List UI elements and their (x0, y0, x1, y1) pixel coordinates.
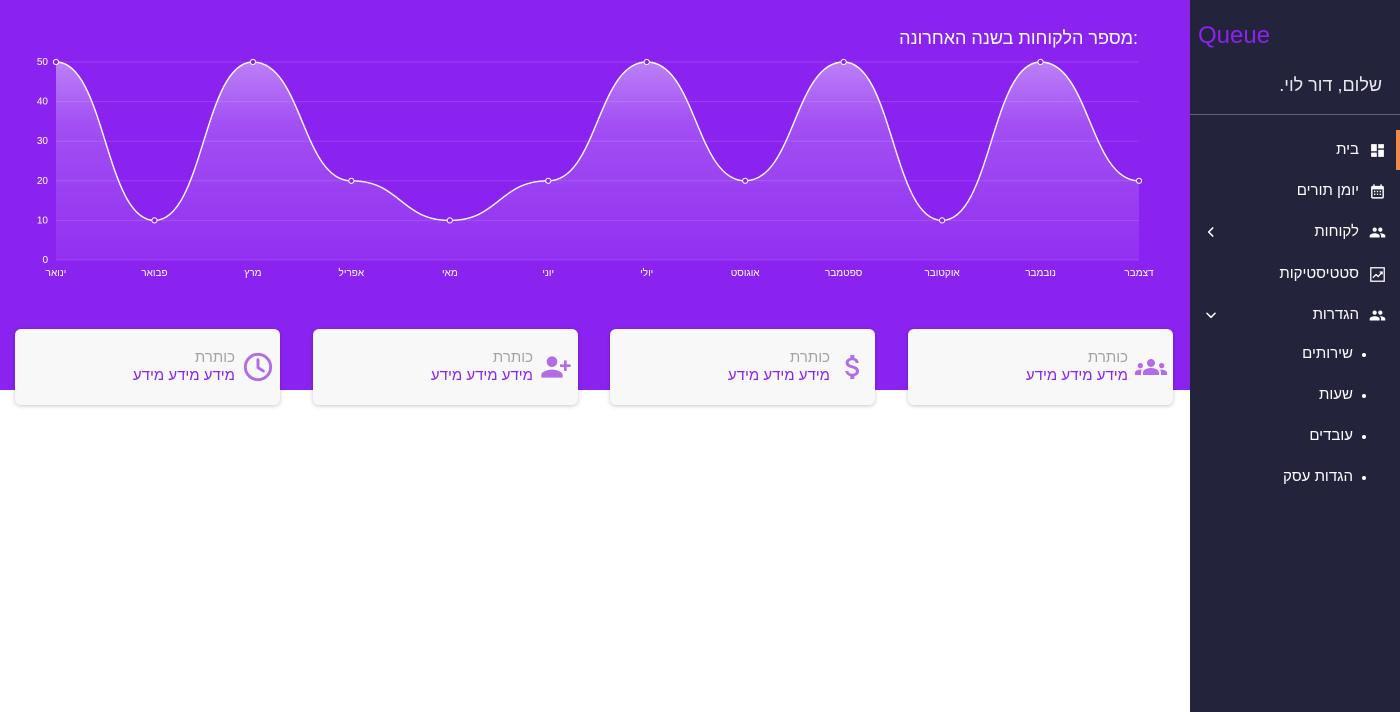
calendar-icon (1369, 183, 1386, 200)
data-point (545, 177, 552, 184)
sidebar-item-label: בית (1336, 141, 1359, 158)
sidebar-item-customers[interactable]: לקוחות (1190, 212, 1400, 252)
card-title: כותרת (789, 349, 830, 366)
clock-icon (242, 351, 274, 383)
data-point (249, 58, 257, 66)
card-value: מידע מידע מידע (430, 367, 533, 384)
y-tick-label: 0 (42, 255, 48, 266)
sidebar-subitem-services[interactable]: שירותים (1190, 340, 1400, 370)
bullet (1362, 476, 1366, 480)
card-title: כותרת (1087, 349, 1128, 366)
stat-card-revenue[interactable]: כותרת מידע מידע מידע (610, 329, 875, 405)
sidebar-subitem-hours[interactable]: שעות (1190, 381, 1400, 411)
bullet (1362, 435, 1366, 439)
bullet (1362, 394, 1366, 398)
x-tick-label: אוקטובר (924, 268, 960, 279)
sidebar-subitem-business-settings[interactable]: הגדות עסק (1190, 463, 1400, 493)
sidebar-subitem-employees[interactable]: עובדים (1190, 422, 1400, 452)
sidebar-item-calendar[interactable]: יומן תורים (1190, 171, 1400, 211)
stat-card-new-customers[interactable]: כותרת מידע מידע מידע (313, 329, 578, 405)
trending-up-icon (1369, 266, 1386, 283)
sidebar-divider (1190, 114, 1400, 115)
series-area (56, 62, 1139, 260)
data-point (840, 58, 847, 66)
card-value: מידע מידע מידע (727, 367, 830, 384)
y-tick-label: 30 (37, 136, 49, 147)
people-icon (1369, 224, 1386, 241)
x-tick-label: נובמבר (1025, 268, 1056, 279)
data-point (938, 217, 946, 224)
chart-x-ticks: ינואר פבואר מרץ אפריל מאי יוני יולי אוגוסט ספטמב… (46, 267, 1154, 279)
sidebar-subitem-label: שירותים (1302, 345, 1353, 362)
x-tick-label: ינואר (46, 268, 67, 279)
x-tick-label: אוגוסט (731, 268, 761, 279)
sidebar-item-settings[interactable]: הגדרות (1190, 295, 1400, 335)
sidebar-item-label: יומן תורים (1296, 182, 1359, 199)
dollar-icon (837, 351, 869, 383)
sidebar: Queue שלום, דור לוי. בית יומן תורים לקוח… (1190, 0, 1400, 712)
card-value: מידע מידע מידע (132, 367, 235, 384)
active-indicator (1396, 130, 1400, 170)
x-tick-label: ספטמבר (825, 268, 863, 279)
customers-area-chart: 0 10 20 30 40 50 ינואר פבואר מרץ אפריל מאי יוני יול… (37, 57, 1154, 279)
person-add-icon (540, 351, 572, 383)
chevron-left-icon[interactable] (1204, 225, 1218, 239)
app-brand[interactable]: Queue (1198, 22, 1270, 50)
sidebar-item-home[interactable]: בית (1190, 130, 1400, 170)
data-point (446, 217, 453, 224)
data-point (1037, 58, 1044, 66)
dashboard-icon (1369, 142, 1386, 159)
sidebar-item-label: סטטיסטיקות (1279, 265, 1359, 282)
sidebar-item-label: לקוחות (1314, 223, 1359, 240)
sidebar-item-label: הגדרות (1312, 306, 1359, 323)
chart-area-layer (55, 61, 1140, 260)
card-title: כותרת (194, 349, 235, 366)
data-point (52, 58, 60, 66)
sidebar-subitem-label: עובדים (1309, 427, 1353, 444)
y-tick-label: 20 (37, 176, 49, 187)
data-point (151, 217, 158, 224)
x-tick-label: יוני (542, 268, 554, 279)
chart-y-ticks: 0 10 20 30 40 50 (37, 57, 49, 266)
data-point (348, 177, 355, 184)
stat-card-customers[interactable]: כותרת מידע מידע מידע (908, 329, 1173, 405)
bullet (1362, 353, 1366, 357)
card-title: כותרת (492, 349, 533, 366)
stat-card-hours[interactable]: כותרת מידע מידע מידע (15, 329, 280, 405)
sidebar-subitem-label: הגדות עסק (1282, 468, 1353, 485)
x-tick-label: מרץ (244, 268, 261, 279)
y-tick-label: 50 (37, 57, 49, 68)
x-tick-label: מאי (442, 268, 458, 279)
user-greeting: שלום, דור לוי. (1279, 75, 1382, 95)
x-tick-label: יולי (640, 267, 653, 279)
x-tick-label: פבואר (141, 268, 167, 279)
data-point (643, 58, 650, 66)
data-point (1135, 177, 1143, 184)
group-icon (1135, 351, 1167, 383)
sidebar-subitem-label: שעות (1319, 386, 1353, 403)
x-tick-label: אפריל (339, 267, 365, 279)
data-point (742, 177, 749, 184)
chevron-down-icon[interactable] (1204, 308, 1218, 322)
y-tick-label: 10 (37, 215, 49, 226)
sidebar-item-statistics[interactable]: סטטיסטיקות (1190, 254, 1400, 294)
card-value: מידע מידע מידע (1025, 367, 1128, 384)
y-tick-label: 40 (37, 97, 49, 108)
x-tick-label: דצמבר (1124, 268, 1154, 279)
people-icon (1369, 307, 1386, 324)
